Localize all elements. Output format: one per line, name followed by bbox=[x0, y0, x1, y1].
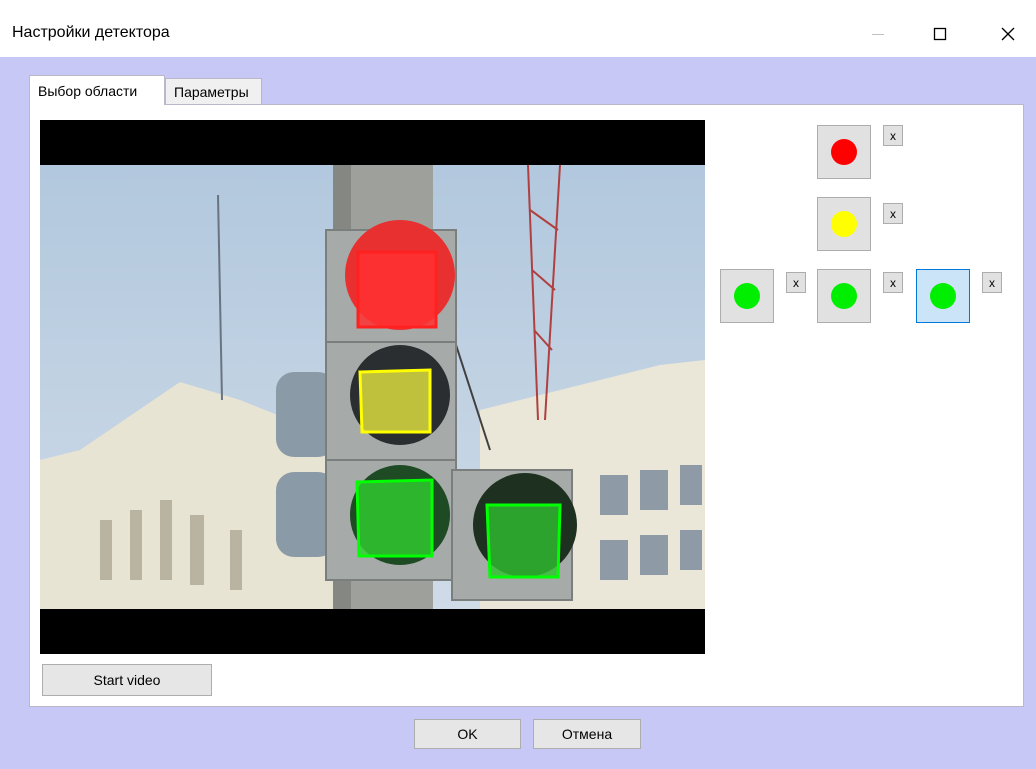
maximize-button[interactable] bbox=[920, 14, 960, 54]
close-icon bbox=[1001, 27, 1015, 41]
remove-zone-green-2-button[interactable]: x bbox=[883, 272, 903, 293]
yellow-circle-icon bbox=[831, 211, 857, 237]
green-circle-icon bbox=[734, 283, 760, 309]
detector-settings-window: Настройки детектора Выбор области Параме… bbox=[0, 0, 1036, 769]
remove-zone-yellow-button[interactable]: x bbox=[883, 203, 903, 224]
maximize-icon bbox=[933, 27, 947, 41]
zone-red-button[interactable] bbox=[817, 125, 871, 179]
video-frame bbox=[40, 120, 705, 654]
window-title: Настройки детектора bbox=[12, 24, 170, 41]
green-circle-icon bbox=[930, 283, 956, 309]
title-bar: Настройки детектора bbox=[0, 0, 1036, 57]
minimize-icon bbox=[872, 34, 884, 35]
green-circle-icon bbox=[831, 283, 857, 309]
zone-green-3-button[interactable] bbox=[916, 269, 970, 323]
remove-zone-green-3-button[interactable]: x bbox=[982, 272, 1002, 293]
close-button[interactable] bbox=[988, 14, 1028, 54]
zone-green-2-button[interactable] bbox=[817, 269, 871, 323]
remove-zone-red-button[interactable]: x bbox=[883, 125, 903, 146]
ok-button[interactable]: OK bbox=[414, 719, 521, 749]
minimize-button[interactable] bbox=[858, 14, 898, 54]
zone-yellow-button[interactable] bbox=[817, 197, 871, 251]
tab-parameters[interactable]: Параметры bbox=[165, 78, 262, 105]
zone-green-1-button[interactable] bbox=[720, 269, 774, 323]
remove-zone-green-1-button[interactable]: x bbox=[786, 272, 806, 293]
video-preview[interactable] bbox=[40, 120, 705, 654]
red-circle-icon bbox=[831, 139, 857, 165]
cancel-button[interactable]: Отмена bbox=[533, 719, 641, 749]
start-video-button[interactable]: Start video bbox=[42, 664, 212, 696]
tab-area-selection[interactable]: Выбор области bbox=[29, 75, 165, 105]
